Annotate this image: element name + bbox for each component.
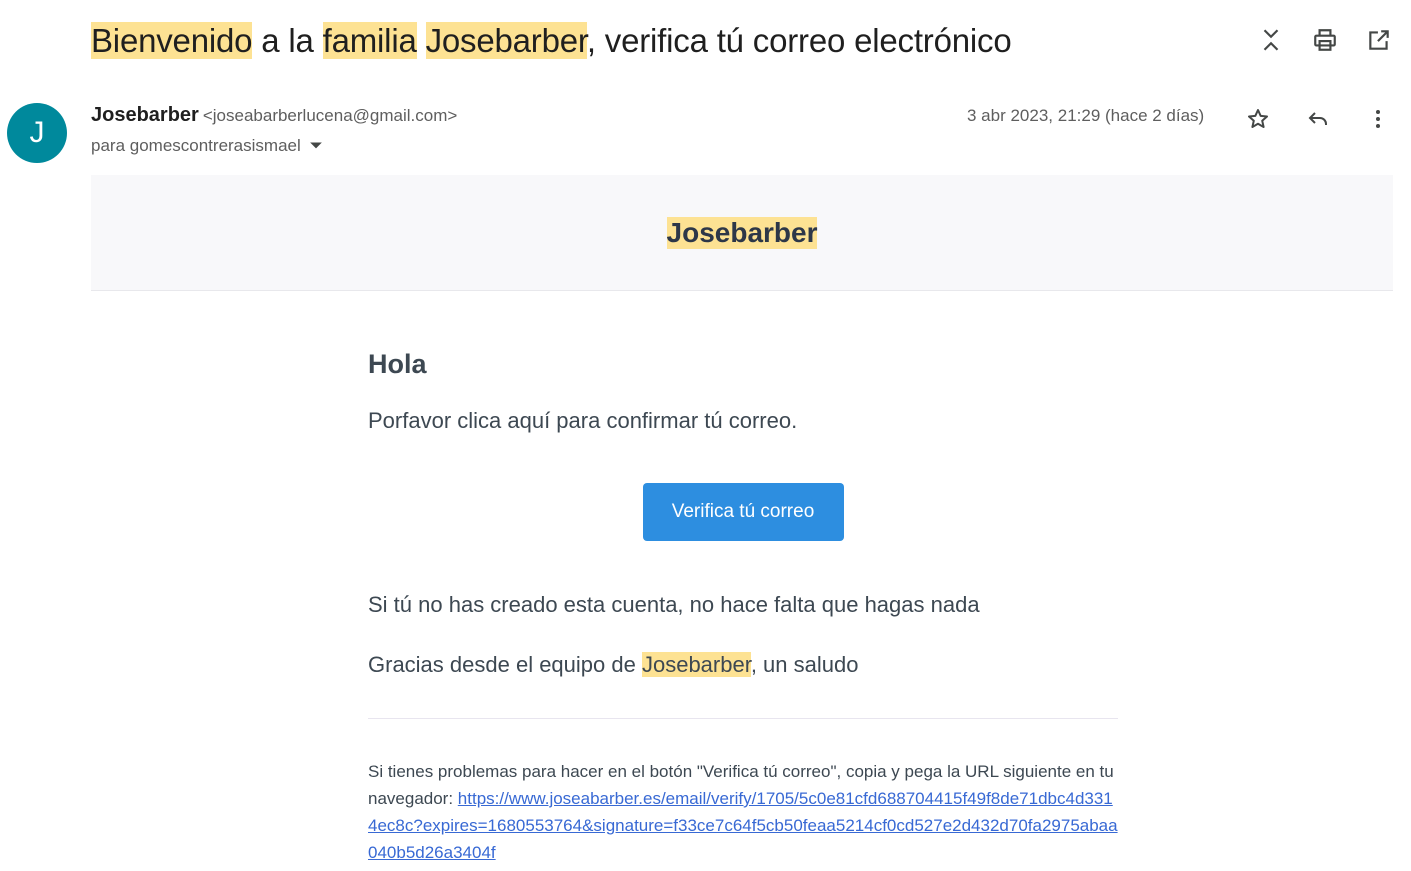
recipient-label: para gomescontrerasismael: [91, 136, 301, 155]
sender-avatar[interactable]: J: [7, 103, 67, 163]
subject-text: a la: [252, 22, 323, 59]
greeting-heading: Hola: [368, 349, 427, 379]
thanks-text-before: Gracias desde el equipo de: [368, 652, 642, 677]
open-in-new-window-button[interactable]: [1361, 22, 1397, 58]
print-button[interactable]: [1307, 22, 1343, 58]
verify-url-link[interactable]: https://www.joseabarber.es/email/verify/…: [368, 789, 1118, 862]
subject-highlight: Bienvenido: [91, 22, 253, 59]
email-body: Hola Porfavor clica aquí para confirmar …: [368, 340, 1118, 862]
thread-toolbar: [1253, 22, 1397, 58]
print-icon: [1314, 29, 1336, 51]
recipient-details-toggle[interactable]: para gomescontrerasismael: [91, 136, 323, 156]
body-divider: [368, 718, 1118, 719]
thanks-text: Gracias desde el equipo de Josebarber, u…: [368, 649, 858, 681]
cta-container: Verifica tú correo: [368, 483, 1118, 541]
reply-button[interactable]: [1300, 101, 1336, 137]
star-button[interactable]: [1240, 101, 1276, 137]
subject-highlight: Josebarber: [425, 22, 587, 59]
verify-email-button[interactable]: Verifica tú correo: [642, 483, 844, 541]
intro-text: Porfavor clica aquí para confirmar tú co…: [368, 408, 798, 433]
caret-down-icon: [309, 142, 322, 149]
email-brand-header: Josebarber: [91, 175, 1393, 291]
message-actions: [1240, 101, 1396, 137]
sender-line: Josebarber <joseabarberlucena@gmail.com>: [91, 104, 457, 127]
notice-text: Si tú no has creado esta cuenta, no hace…: [368, 592, 980, 617]
star-icon: [1248, 109, 1268, 128]
more-options-button[interactable]: [1360, 101, 1396, 137]
email-subject: Bienvenido a la familia Josebarber, veri…: [91, 18, 1012, 64]
subject-text: [417, 22, 426, 59]
email-date: 3 abr 2023, 21:29 (hace 2 días): [967, 106, 1205, 125]
collapse-icon: [1263, 29, 1279, 51]
subject-highlight: familia: [322, 22, 417, 59]
thanks-text-after: , un saludo: [750, 652, 859, 677]
brand-name[interactable]: Josebarber: [666, 216, 818, 249]
sender-email: <joseabarberlucena@gmail.com>: [202, 106, 458, 125]
thanks-brand: Josebarber: [641, 652, 751, 677]
more-vert-icon: [1376, 110, 1380, 128]
subject-text: , verifica tú correo electrónico: [586, 22, 1012, 59]
footer-note: Si tienes problemas para hacer en el bot…: [368, 758, 1118, 866]
collapse-all-button[interactable]: [1253, 22, 1289, 58]
reply-icon: [1308, 112, 1327, 125]
sender-name[interactable]: Josebarber: [91, 104, 199, 126]
open-in-new-window-icon: [1369, 30, 1389, 50]
